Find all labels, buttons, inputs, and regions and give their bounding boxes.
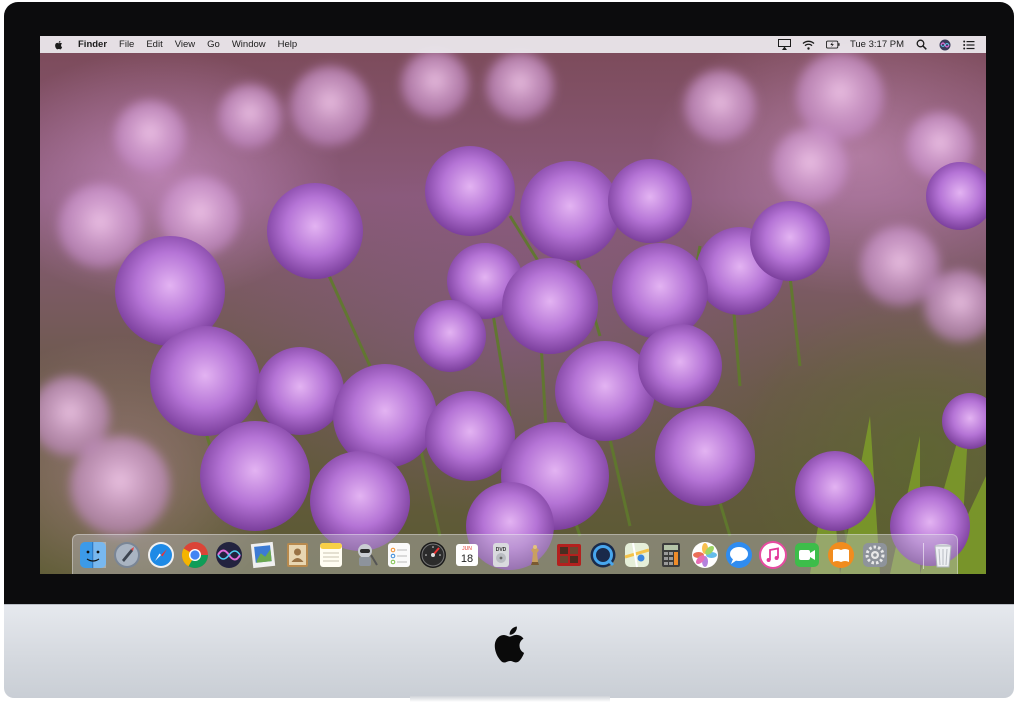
safari-icon[interactable] [147,541,175,569]
notification-center-icon[interactable] [962,39,976,51]
launchpad-icon[interactable] [113,541,141,569]
preview-icon[interactable] [249,541,277,569]
airplay-icon[interactable] [778,39,792,51]
automator-icon[interactable] [351,541,379,569]
messages-icon[interactable] [725,541,753,569]
menu-go[interactable]: Go [207,39,220,50]
calendar-day: 18 [461,553,473,565]
dock-separator [923,543,924,569]
menu-file[interactable]: File [119,39,134,50]
ibooks-icon[interactable] [827,541,855,569]
dvd-player-icon[interactable]: DVD [487,541,515,569]
chess-icon[interactable] [521,541,549,569]
menu-edit[interactable]: Edit [146,39,162,50]
contacts-icon[interactable] [283,541,311,569]
wifi-icon[interactable] [802,39,816,51]
photos-icon[interactable] [691,541,719,569]
desktop-wallpaper [40,50,986,574]
dock: JUN 18 DVD [72,534,958,574]
reminders-icon[interactable] [385,541,413,569]
itunes-icon[interactable] [759,541,787,569]
menu-bar: Finder File Edit View Go Window Help Tue… [40,36,986,53]
apple-menu-icon[interactable] [52,39,66,51]
menu-window[interactable]: Window [232,39,266,50]
dvd-label: DVD [496,547,507,553]
spotlight-icon[interactable] [914,39,928,51]
notes-icon[interactable] [317,541,345,569]
quicktime-icon[interactable] [589,541,617,569]
menu-bar-status: Tue 3:17 PM [778,36,976,53]
menu-bar-clock[interactable]: Tue 3:17 PM [850,39,904,50]
chrome-icon[interactable] [181,541,209,569]
siri-icon[interactable] [938,39,952,51]
dashboard-icon[interactable] [419,541,447,569]
calculator-icon[interactable] [657,541,685,569]
menu-help[interactable]: Help [278,39,298,50]
maps-icon[interactable] [623,541,651,569]
finder-icon[interactable] [79,541,107,569]
calendar-month: JUN [462,546,472,552]
battery-icon[interactable] [825,39,840,51]
siri-icon[interactable] [215,541,243,569]
imac-stand-shadow [410,696,610,702]
photo-booth-icon[interactable] [555,541,583,569]
trash-icon[interactable] [929,541,957,569]
facetime-icon[interactable] [793,541,821,569]
desktop-screen: Finder File Edit View Go Window Help Tue… [40,36,986,574]
menu-finder[interactable]: Finder [78,39,107,50]
apple-logo-icon [494,626,525,663]
calendar-icon[interactable]: JUN 18 [453,541,481,569]
menu-view[interactable]: View [175,39,195,50]
system-preferences-icon[interactable] [861,541,889,569]
